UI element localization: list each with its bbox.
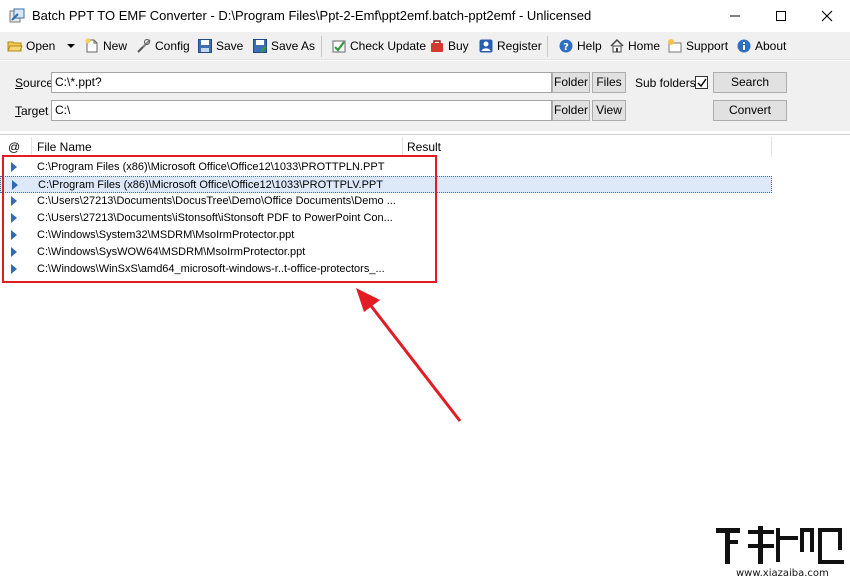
- save-as-icon: [252, 38, 268, 54]
- search-button[interactable]: Search: [713, 72, 787, 93]
- options-panel: Source C:\*.ppt? Folder Files Sub folder…: [0, 61, 850, 131]
- save-label: Save: [216, 39, 243, 53]
- maximize-icon: [775, 10, 787, 22]
- column-divider: [402, 137, 403, 157]
- target-folder-button[interactable]: Folder: [552, 100, 590, 121]
- window-title: Batch PPT TO EMF Converter - D:\Program …: [32, 8, 591, 23]
- target-label: Target: [15, 104, 48, 118]
- info-icon: [736, 38, 752, 54]
- column-header-at[interactable]: @: [8, 137, 20, 157]
- save-icon: [197, 38, 213, 54]
- save-button[interactable]: Save: [197, 36, 243, 56]
- about-label: About: [755, 39, 786, 53]
- watermark-url: www.xiazaiba.com: [736, 568, 829, 579]
- dropdown-arrow-icon: [66, 41, 76, 51]
- title-bar: Batch PPT TO EMF Converter - D:\Program …: [0, 0, 850, 32]
- subfolders-label: Sub folders: [635, 76, 696, 90]
- source-folder-button[interactable]: Folder: [552, 72, 590, 93]
- register-icon: [478, 38, 494, 54]
- app-icon: [9, 8, 25, 24]
- new-label: New: [103, 39, 127, 53]
- support-icon: [667, 38, 683, 54]
- source-label: Source: [15, 76, 53, 90]
- save-as-label: Save As: [271, 39, 315, 53]
- check-update-button[interactable]: Check Update: [331, 36, 426, 56]
- watermark: www.xiazaiba.com: [708, 520, 850, 581]
- toolbar: Open New Config Save Save As Check Updat…: [0, 32, 850, 60]
- home-button[interactable]: Home: [609, 36, 660, 56]
- new-file-icon: [84, 38, 100, 54]
- home-icon: [609, 38, 625, 54]
- config-label: Config: [155, 39, 190, 53]
- open-button[interactable]: Open: [7, 36, 55, 56]
- open-dropdown[interactable]: [66, 36, 76, 56]
- help-icon: ?: [558, 38, 574, 54]
- open-label: Open: [26, 39, 55, 53]
- folder-open-icon: [7, 38, 23, 54]
- maximize-button[interactable]: [758, 0, 804, 32]
- help-button[interactable]: ? Help: [558, 36, 602, 56]
- check-update-icon: [331, 38, 347, 54]
- buy-button[interactable]: Buy: [429, 36, 469, 56]
- register-button[interactable]: Register: [478, 36, 542, 56]
- checkmark-icon: [697, 78, 707, 88]
- target-input[interactable]: C:\: [51, 100, 552, 121]
- config-button[interactable]: Config: [136, 36, 190, 56]
- about-button[interactable]: About: [736, 36, 786, 56]
- highlight-box: [2, 155, 437, 283]
- help-label: Help: [577, 39, 602, 53]
- toolbar-separator: [321, 36, 322, 57]
- toolbar-separator: [547, 36, 548, 57]
- new-button[interactable]: New: [84, 36, 127, 56]
- save-as-button[interactable]: Save As: [252, 36, 315, 56]
- minimize-button[interactable]: [712, 0, 758, 32]
- home-label: Home: [628, 39, 660, 53]
- column-divider: [31, 137, 32, 157]
- support-label: Support: [686, 39, 728, 53]
- column-header-result[interactable]: Result: [407, 137, 441, 157]
- subfolders-checkbox[interactable]: [695, 76, 708, 89]
- source-input[interactable]: C:\*.ppt?: [51, 72, 552, 93]
- close-button[interactable]: [804, 0, 850, 32]
- check-update-label: Check Update: [350, 39, 426, 53]
- minimize-icon: [729, 10, 741, 22]
- column-divider: [771, 137, 772, 157]
- buy-label: Buy: [448, 39, 469, 53]
- convert-button[interactable]: Convert: [713, 100, 787, 121]
- support-button[interactable]: Support: [667, 36, 728, 56]
- close-icon: [821, 10, 833, 22]
- target-view-button[interactable]: View: [592, 100, 626, 121]
- source-files-button[interactable]: Files: [592, 72, 626, 93]
- column-header-file-name[interactable]: File Name: [37, 137, 92, 157]
- cart-icon: [429, 38, 445, 54]
- svg-text:?: ?: [563, 42, 569, 53]
- tools-icon: [136, 38, 152, 54]
- register-label: Register: [497, 39, 542, 53]
- annotation-arrow-icon: [340, 280, 470, 430]
